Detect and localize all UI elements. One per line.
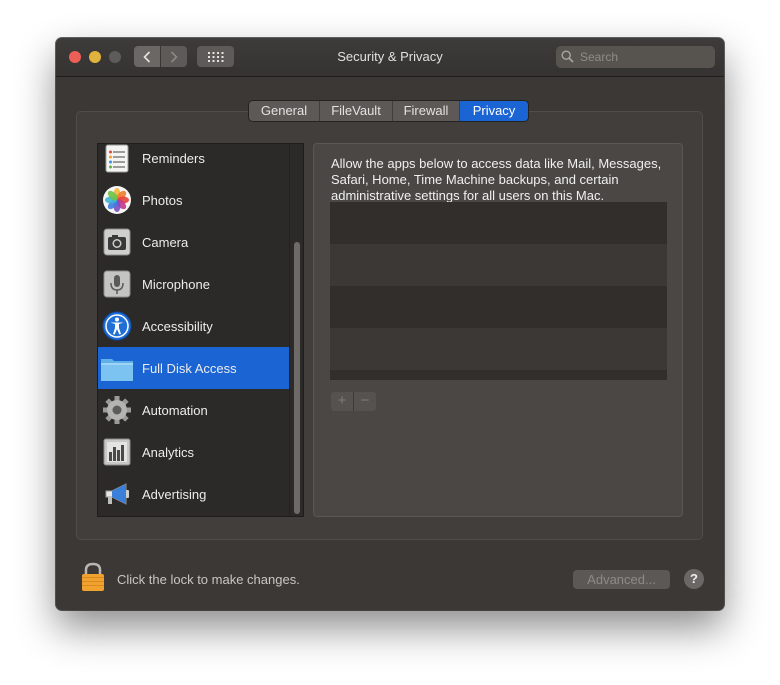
lock-hint-text: Click the lock to make changes. xyxy=(117,572,300,587)
search-input[interactable] xyxy=(578,46,712,68)
sidebar-item-label: Camera xyxy=(142,234,189,250)
sidebar-item-label: Analytics xyxy=(142,444,195,460)
add-app-button[interactable]: + xyxy=(331,392,354,411)
search-field[interactable] xyxy=(556,46,715,68)
lock-icon[interactable] xyxy=(81,562,105,597)
accessibility-icon xyxy=(102,311,132,341)
sidebar-item-full-disk-access[interactable]: Full Disk Access xyxy=(98,347,289,389)
app-list[interactable] xyxy=(330,202,667,380)
sidebar-item-accessibility[interactable]: Accessibility xyxy=(98,305,289,347)
sidebar-item-automation[interactable]: Automation xyxy=(98,389,289,431)
photos-icon xyxy=(102,185,132,215)
sidebar-item-label: Full Disk Access xyxy=(142,360,237,376)
help-button[interactable]: ? xyxy=(684,569,704,589)
sidebar-item-photos[interactable]: Photos xyxy=(98,179,289,221)
list-row[interactable] xyxy=(330,244,667,286)
sidebar-item-advertising[interactable]: Advertising xyxy=(98,473,289,515)
sidebar-item-label: Reminders xyxy=(142,150,205,166)
search-icon xyxy=(561,50,574,63)
add-remove-control: + − xyxy=(331,392,376,411)
detail-pane: Allow the apps below to access data like… xyxy=(313,143,683,517)
sidebar-item-camera[interactable]: Camera xyxy=(98,221,289,263)
list-row[interactable] xyxy=(330,370,667,380)
sidebar-item-label: Automation xyxy=(142,402,208,418)
microphone-icon xyxy=(102,269,132,299)
tab-general[interactable]: General xyxy=(249,101,320,121)
advanced-button[interactable]: Advanced... xyxy=(573,570,670,589)
sidebar-item-label: Microphone xyxy=(142,276,210,292)
sidebar-item-reminders[interactable]: Reminders xyxy=(98,144,289,179)
list-row[interactable] xyxy=(330,202,667,244)
permission-description: Allow the apps below to access data like… xyxy=(331,156,662,202)
folder-icon xyxy=(101,353,133,383)
title-bar: Security & Privacy xyxy=(56,38,724,77)
privacy-panel: Reminders Photos Camera Microphone Acces… xyxy=(76,111,703,540)
sidebar-item-analytics[interactable]: Analytics xyxy=(98,431,289,473)
tab-firewall[interactable]: Firewall xyxy=(393,101,460,121)
tab-bar: General FileVault Firewall Privacy xyxy=(249,101,528,121)
privacy-category-list: Reminders Photos Camera Microphone Acces… xyxy=(97,143,304,517)
sidebar-item-label: Advertising xyxy=(142,486,207,502)
list-row[interactable] xyxy=(330,286,667,328)
sidebar-item-label: Photos xyxy=(142,192,183,208)
list-row[interactable] xyxy=(330,328,667,370)
preferences-window: Security & Privacy General FileVault Fir… xyxy=(56,38,724,610)
sidebar-item-label: Accessibility xyxy=(142,318,213,334)
megaphone-icon xyxy=(102,479,132,509)
remove-app-button[interactable]: − xyxy=(354,392,376,411)
tab-filevault[interactable]: FileVault xyxy=(320,101,393,121)
sidebar-item-microphone[interactable]: Microphone xyxy=(98,263,289,305)
reminders-icon xyxy=(102,144,132,173)
gear-icon xyxy=(102,395,132,425)
tab-privacy[interactable]: Privacy xyxy=(460,101,528,121)
camera-icon xyxy=(102,227,132,257)
sidebar-scrollbar[interactable] xyxy=(289,144,303,516)
scrollbar-thumb[interactable] xyxy=(294,242,300,514)
analytics-icon xyxy=(102,437,132,467)
